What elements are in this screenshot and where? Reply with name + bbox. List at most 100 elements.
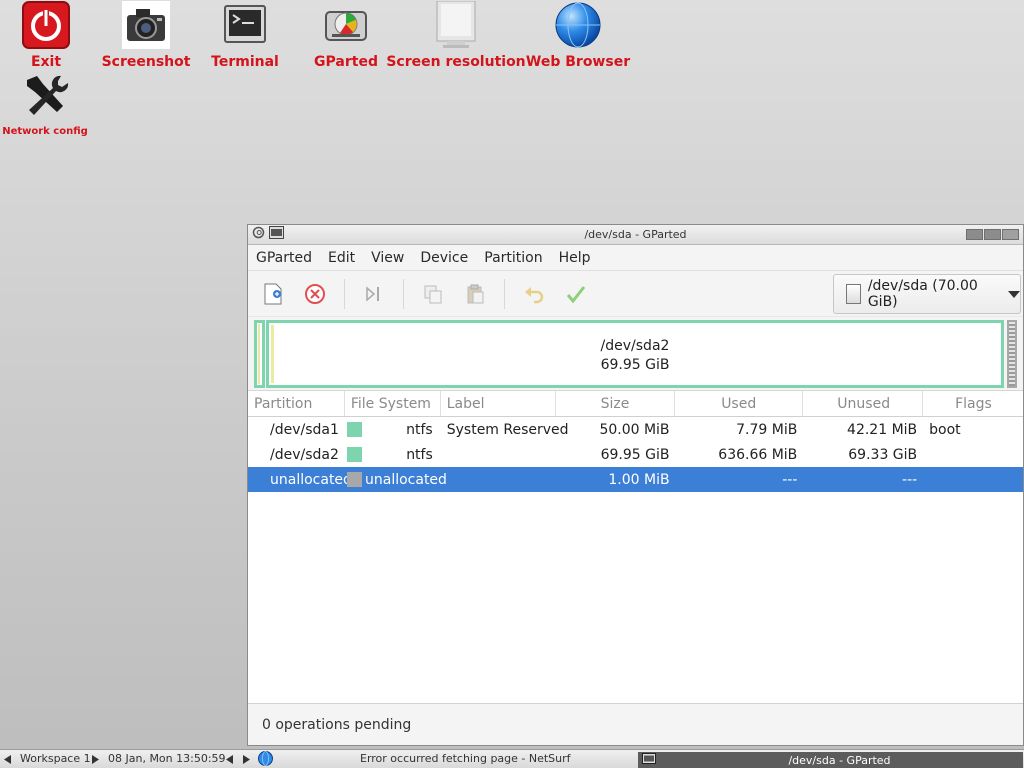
cell-fs-text: unallocated: [365, 471, 447, 488]
partition-table: Partition File System Label Size Used Un…: [248, 391, 1023, 492]
copy-button[interactable]: [412, 276, 454, 312]
device-selector[interactable]: /dev/sda (70.00 GiB): [833, 274, 1021, 314]
undo-button[interactable]: [513, 276, 555, 312]
workspace-prev-icon[interactable]: [4, 754, 12, 767]
task-prev-icon[interactable]: [226, 754, 233, 767]
partition-map-unallocated[interactable]: [1007, 320, 1017, 388]
cell-size: 1.00 MiB: [608, 471, 670, 488]
paste-button[interactable]: [454, 276, 496, 312]
delete-partition-button[interactable]: [294, 276, 336, 312]
workspace-next-icon[interactable]: [91, 754, 99, 767]
menu-edit[interactable]: Edit: [320, 250, 363, 266]
fs-color-swatch: [346, 447, 362, 462]
menu-view[interactable]: View: [363, 250, 412, 266]
undo-icon: [525, 286, 544, 303]
table-header: Partition File System Label Size Used Un…: [248, 391, 1023, 417]
terminal-icon: [220, 0, 270, 50]
tools-icon: [20, 70, 70, 120]
paste-icon: [467, 284, 484, 303]
pending-operations-text: 0 operations pending: [262, 716, 412, 733]
apply-button[interactable]: [555, 276, 597, 312]
fs-color-swatch: [346, 422, 362, 437]
globe-icon[interactable]: [258, 751, 273, 768]
close-button[interactable]: [1002, 229, 1019, 240]
window-menu-icon[interactable]: [269, 226, 284, 243]
partition-map-sda2[interactable]: /dev/sda2 69.95 GiB: [266, 320, 1004, 388]
cell-fs-text: ntfs: [406, 421, 433, 438]
delete-icon: [305, 283, 325, 304]
menu-partition[interactable]: Partition: [476, 250, 550, 266]
debian-swirl-icon[interactable]: [252, 226, 265, 243]
cell-used: 636.66 MiB: [718, 446, 798, 463]
column-header-size[interactable]: Size: [556, 391, 676, 416]
taskbar-window-title: /dev/sda - GParted: [788, 753, 891, 767]
cell-partition: unallocated: [270, 471, 352, 488]
cell-label: System Reserved: [446, 421, 569, 438]
partition-map-size: 69.95 GiB: [600, 357, 670, 373]
minimize-button[interactable]: [966, 229, 983, 240]
desktop-icon-network-config[interactable]: Network config: [2, 70, 88, 137]
checkmark-icon: [566, 285, 586, 303]
column-header-flags[interactable]: Flags: [923, 391, 1023, 416]
gparted-window: /dev/sda - GParted GParted Edit View Dev…: [247, 224, 1024, 746]
copy-icon: [424, 285, 442, 303]
table-row[interactable]: /dev/sda2 ntfs 69.95 GiB 636.66 MiB 69.3…: [248, 442, 1023, 467]
maximize-button[interactable]: [984, 229, 1001, 240]
netsurf-status-message[interactable]: Error occurred fetching page - NetSurf: [360, 752, 571, 765]
column-header-partition[interactable]: Partition: [248, 391, 345, 416]
cell-used: ---: [782, 471, 798, 488]
cell-flags: [923, 467, 1023, 492]
desktop-icon-label: GParted: [314, 54, 378, 70]
table-row-selected[interactable]: unallocated unallocated 1.00 MiB --- ---: [248, 467, 1023, 492]
menu-gparted[interactable]: GParted: [248, 250, 320, 266]
partition-map-name: /dev/sda2: [600, 338, 670, 354]
partition-map-sda1[interactable]: [254, 320, 265, 388]
column-header-file-system[interactable]: File System: [345, 391, 441, 416]
window-titlebar[interactable]: /dev/sda - GParted: [248, 225, 1023, 245]
cell-partition: /dev/sda1: [270, 421, 339, 438]
cell-file-system: ntfs: [345, 442, 441, 467]
cell-partition: /dev/sda2: [270, 446, 339, 463]
camera-icon: [121, 0, 171, 50]
desktop-icon-screen-resolution[interactable]: Screen resolution: [386, 0, 526, 70]
power-icon: [21, 0, 71, 50]
desktop-icon-exit[interactable]: Exit: [20, 0, 72, 70]
workspace-label[interactable]: Workspace 1: [20, 752, 91, 765]
desktop-icon-label: Network config: [2, 126, 88, 137]
taskbar-window-gparted[interactable]: /dev/sda - GParted: [638, 752, 1023, 768]
new-partition-button[interactable]: [252, 276, 294, 312]
cell-label: [441, 467, 556, 492]
clock: 08 Jan, Mon 13:50:59: [108, 752, 226, 765]
column-header-unused[interactable]: Unused: [803, 391, 924, 416]
desktop-icon-gparted[interactable]: GParted: [314, 0, 378, 70]
menubar: GParted Edit View Device Partition Help: [248, 245, 1023, 271]
cell-file-system: ntfs: [345, 417, 441, 442]
column-header-label[interactable]: Label: [441, 391, 556, 416]
chevron-down-icon: [1008, 290, 1020, 298]
column-header-used[interactable]: Used: [675, 391, 804, 416]
cell-file-system: unallocated: [345, 467, 447, 492]
cell-unused: 42.21 MiB: [847, 421, 918, 438]
disk-icon: [846, 284, 861, 304]
desktop-icon-web-browser[interactable]: Web Browser: [526, 0, 630, 70]
task-next-icon[interactable]: [243, 754, 250, 767]
new-partition-icon: [264, 283, 282, 304]
cell-size: 69.95 GiB: [600, 446, 670, 463]
table-row[interactable]: /dev/sda1 ntfs System Reserved 50.00 MiB…: [248, 417, 1023, 442]
cell-unused: ---: [902, 471, 918, 488]
taskbar: Workspace 1 08 Jan, Mon 13:50:59 Error o…: [0, 749, 1024, 768]
desktop-icon-label: Web Browser: [525, 54, 631, 70]
resize-move-icon: [366, 285, 379, 302]
cell-flags: boot: [929, 421, 961, 438]
menu-device[interactable]: Device: [412, 250, 476, 266]
menu-help[interactable]: Help: [551, 250, 599, 266]
status-bar: 0 operations pending: [248, 703, 1023, 745]
fs-color-swatch: [347, 472, 362, 487]
window-thumbnail-icon: [642, 753, 656, 767]
cell-label: [441, 442, 556, 467]
cell-fs-text: ntfs: [406, 446, 433, 463]
resize-move-button[interactable]: [353, 276, 395, 312]
desktop-icon-terminal[interactable]: Terminal: [211, 0, 279, 70]
desktop-icon-label: Screen resolution: [386, 54, 526, 70]
desktop-icon-screenshot[interactable]: Screenshot: [102, 0, 190, 70]
